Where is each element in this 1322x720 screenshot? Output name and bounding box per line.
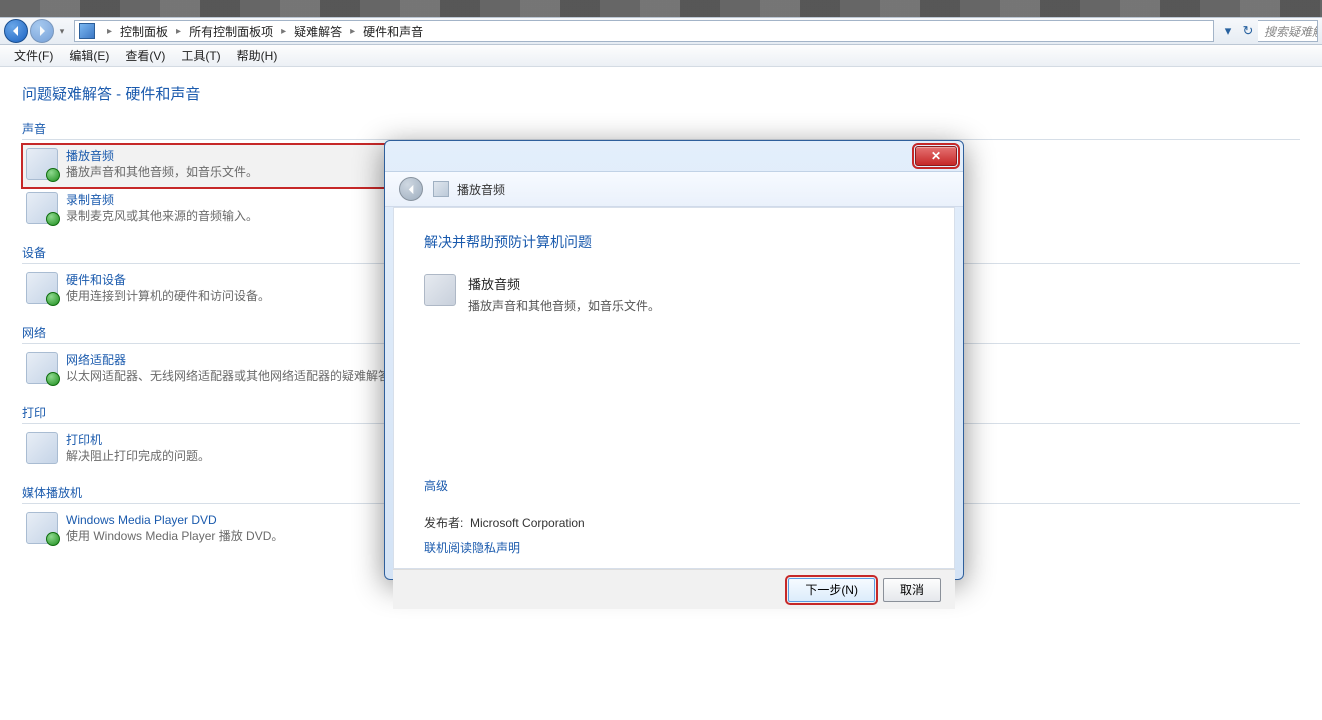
close-button[interactable]: ✕ — [915, 146, 957, 166]
dialog-item-title: 播放音频 — [468, 274, 660, 293]
item-desc: 录制麦克风或其他来源的音频输入。 — [66, 208, 258, 224]
item-title: 硬件和设备 — [66, 272, 270, 288]
menu-bar: 文件(F) 编辑(E) 查看(V) 工具(T) 帮助(H) — [0, 45, 1322, 67]
chevron-right-icon: ▸ — [344, 26, 361, 37]
media-player-icon — [26, 512, 58, 544]
breadcrumb-item-control-panel[interactable]: 控制面板 — [118, 23, 170, 40]
menu-edit[interactable]: 编辑(E) — [61, 47, 117, 64]
item-desc: 播放声音和其他音频，如音乐文件。 — [66, 164, 258, 180]
chevron-right-icon: ▸ — [275, 26, 292, 37]
advanced-link[interactable]: 高级 — [424, 477, 924, 494]
address-bar: ▾ ▸ 控制面板 ▸ 所有控制面板项 ▸ 疑难解答 ▸ 硬件和声音 ▾ ↻ 搜索… — [0, 17, 1322, 45]
section-header-sound: 声音 — [22, 120, 1300, 140]
cancel-button[interactable]: 取消 — [883, 578, 941, 602]
item-title: 录制音频 — [66, 192, 258, 208]
item-title: Windows Media Player DVD — [66, 512, 283, 528]
dialog-body: 解决并帮助预防计算机问题 播放音频 播放声音和其他音频，如音乐文件。 高级 发布… — [393, 207, 955, 569]
microphone-icon — [26, 192, 58, 224]
dialog-footer: 下一步(N) 取消 — [393, 569, 955, 609]
network-icon — [26, 352, 58, 384]
publisher-label: 发布者: Microsoft Corporation — [424, 514, 924, 531]
refresh-icon[interactable]: ↻ — [1240, 23, 1256, 39]
next-button[interactable]: 下一步(N) — [788, 578, 875, 602]
nav-back-button[interactable] — [4, 19, 28, 43]
menu-file[interactable]: 文件(F) — [6, 47, 61, 64]
page-title: 问题疑难解答 - 硬件和声音 — [22, 83, 1300, 104]
item-title: 播放音频 — [66, 148, 258, 164]
nav-history-dropdown[interactable]: ▾ — [56, 26, 68, 37]
menu-view[interactable]: 查看(V) — [117, 47, 173, 64]
chevron-right-icon: ▸ — [101, 26, 118, 37]
menu-help[interactable]: 帮助(H) — [229, 47, 286, 64]
dialog-titlebar[interactable]: ✕ — [385, 141, 963, 171]
dialog-item: 播放音频 播放声音和其他音频，如音乐文件。 — [424, 274, 924, 314]
window-top-blur — [0, 0, 1322, 17]
menu-tools[interactable]: 工具(T) — [173, 47, 228, 64]
breadcrumb-item-all[interactable]: 所有控制面板项 — [187, 23, 275, 40]
privacy-link[interactable]: 联机阅读隐私声明 — [424, 539, 924, 556]
dialog-title: 播放音频 — [457, 181, 505, 198]
chevron-right-icon: ▸ — [170, 26, 187, 37]
dialog-header: 播放音频 — [385, 171, 963, 207]
item-desc: 解决阻止打印完成的问题。 — [66, 448, 210, 464]
speaker-icon — [424, 274, 456, 306]
nav-forward-button[interactable] — [30, 19, 54, 43]
dialog-item-desc: 播放声音和其他音频，如音乐文件。 — [468, 297, 660, 314]
dialog-heading: 解决并帮助预防计算机问题 — [424, 232, 924, 252]
item-title: 打印机 — [66, 432, 210, 448]
hardware-icon — [26, 272, 58, 304]
dialog-title-icon — [433, 181, 449, 197]
item-title: 网络适配器 — [66, 352, 402, 368]
breadcrumb[interactable]: ▸ 控制面板 ▸ 所有控制面板项 ▸ 疑难解答 ▸ 硬件和声音 — [74, 20, 1214, 42]
breadcrumb-item-hardware-sound[interactable]: 硬件和声音 — [361, 23, 425, 40]
item-desc: 以太网适配器、无线网络适配器或其他网络适配器的疑难解答。 — [66, 368, 402, 384]
printer-icon — [26, 432, 58, 464]
speaker-icon — [26, 148, 58, 180]
breadcrumb-item-troubleshoot[interactable]: 疑难解答 — [292, 23, 344, 40]
control-panel-icon — [79, 23, 95, 39]
dialog-back-button[interactable] — [399, 177, 423, 201]
item-desc: 使用 Windows Media Player 播放 DVD。 — [66, 528, 283, 544]
troubleshoot-dialog: ✕ 播放音频 解决并帮助预防计算机问题 播放音频 播放声音和其他音频，如音乐文件… — [384, 140, 964, 580]
item-desc: 使用连接到计算机的硬件和访问设备。 — [66, 288, 270, 304]
search-input[interactable]: 搜索疑难解答 — [1258, 20, 1318, 42]
breadcrumb-dropdown-icon[interactable]: ▾ — [1220, 23, 1236, 39]
